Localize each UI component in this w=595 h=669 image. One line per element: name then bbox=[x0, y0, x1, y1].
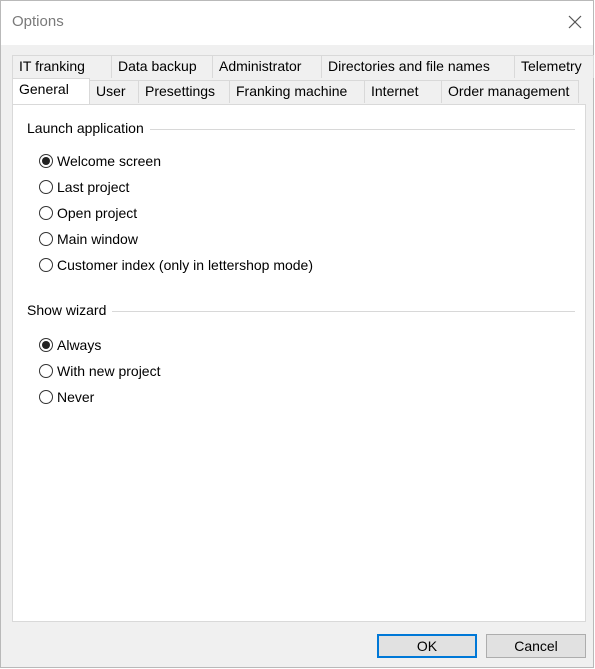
radio-last-project[interactable]: Last project bbox=[39, 177, 129, 197]
tab-administrator[interactable]: Administrator bbox=[212, 55, 322, 78]
cancel-button[interactable]: Cancel bbox=[486, 634, 586, 658]
radio-label: Open project bbox=[57, 205, 138, 221]
radio-button[interactable] bbox=[39, 258, 53, 272]
ok-button[interactable]: OK bbox=[377, 634, 477, 658]
radio-label: Main window bbox=[57, 231, 138, 247]
radio-button[interactable] bbox=[39, 232, 53, 246]
tab-telemetry[interactable]: Telemetry bbox=[514, 55, 594, 78]
radio-customer-index[interactable]: Customer index (only in lettershop mode) bbox=[39, 255, 313, 275]
general-tab-panel: Launch application Welcome screen Last p… bbox=[12, 104, 586, 622]
radio-label: Always bbox=[57, 337, 102, 353]
tab-row-back: IT franking Data backup Administrator Di… bbox=[12, 55, 594, 79]
tab-directories-and-file-names[interactable]: Directories and file names bbox=[321, 55, 515, 78]
tab-user[interactable]: User bbox=[89, 80, 139, 103]
title-bar: Options bbox=[1, 1, 593, 45]
tab-data-backup[interactable]: Data backup bbox=[111, 55, 213, 78]
tab-row-front: General User Presettings Franking machin… bbox=[12, 78, 579, 104]
tab-it-franking[interactable]: IT franking bbox=[12, 55, 112, 78]
radio-button[interactable] bbox=[39, 390, 53, 404]
show-wizard-group-title: Show wizard bbox=[27, 302, 113, 318]
radio-label: Customer index (only in lettershop mode) bbox=[57, 257, 314, 273]
radio-open-project[interactable]: Open project bbox=[39, 203, 137, 223]
radio-label: With new project bbox=[57, 363, 161, 379]
tab-internet[interactable]: Internet bbox=[364, 80, 442, 103]
radio-selected-dot bbox=[42, 157, 50, 165]
radio-never[interactable]: Never bbox=[39, 387, 94, 407]
radio-with-new-project[interactable]: With new project bbox=[39, 361, 160, 381]
radio-button[interactable] bbox=[39, 364, 53, 378]
radio-button[interactable] bbox=[39, 338, 53, 352]
radio-button[interactable] bbox=[39, 206, 53, 220]
radio-button[interactable] bbox=[39, 154, 53, 168]
radio-welcome-screen[interactable]: Welcome screen bbox=[39, 151, 161, 171]
radio-main-window[interactable]: Main window bbox=[39, 229, 138, 249]
close-icon[interactable] bbox=[565, 12, 585, 32]
options-dialog: Options IT franking Data backup Administ… bbox=[0, 0, 594, 668]
radio-label: Welcome screen bbox=[57, 153, 162, 169]
radio-label: Never bbox=[57, 389, 95, 405]
tab-general[interactable]: General bbox=[12, 78, 90, 104]
radio-label: Last project bbox=[57, 179, 130, 195]
radio-selected-dot bbox=[42, 341, 50, 349]
launch-application-group-title: Launch application bbox=[27, 120, 150, 136]
radio-always[interactable]: Always bbox=[39, 335, 101, 355]
tab-order-management[interactable]: Order management bbox=[441, 80, 579, 103]
tab-franking-machine[interactable]: Franking machine bbox=[229, 80, 365, 103]
window-title: Options bbox=[12, 13, 64, 30]
tab-presettings[interactable]: Presettings bbox=[138, 80, 230, 103]
radio-button[interactable] bbox=[39, 180, 53, 194]
